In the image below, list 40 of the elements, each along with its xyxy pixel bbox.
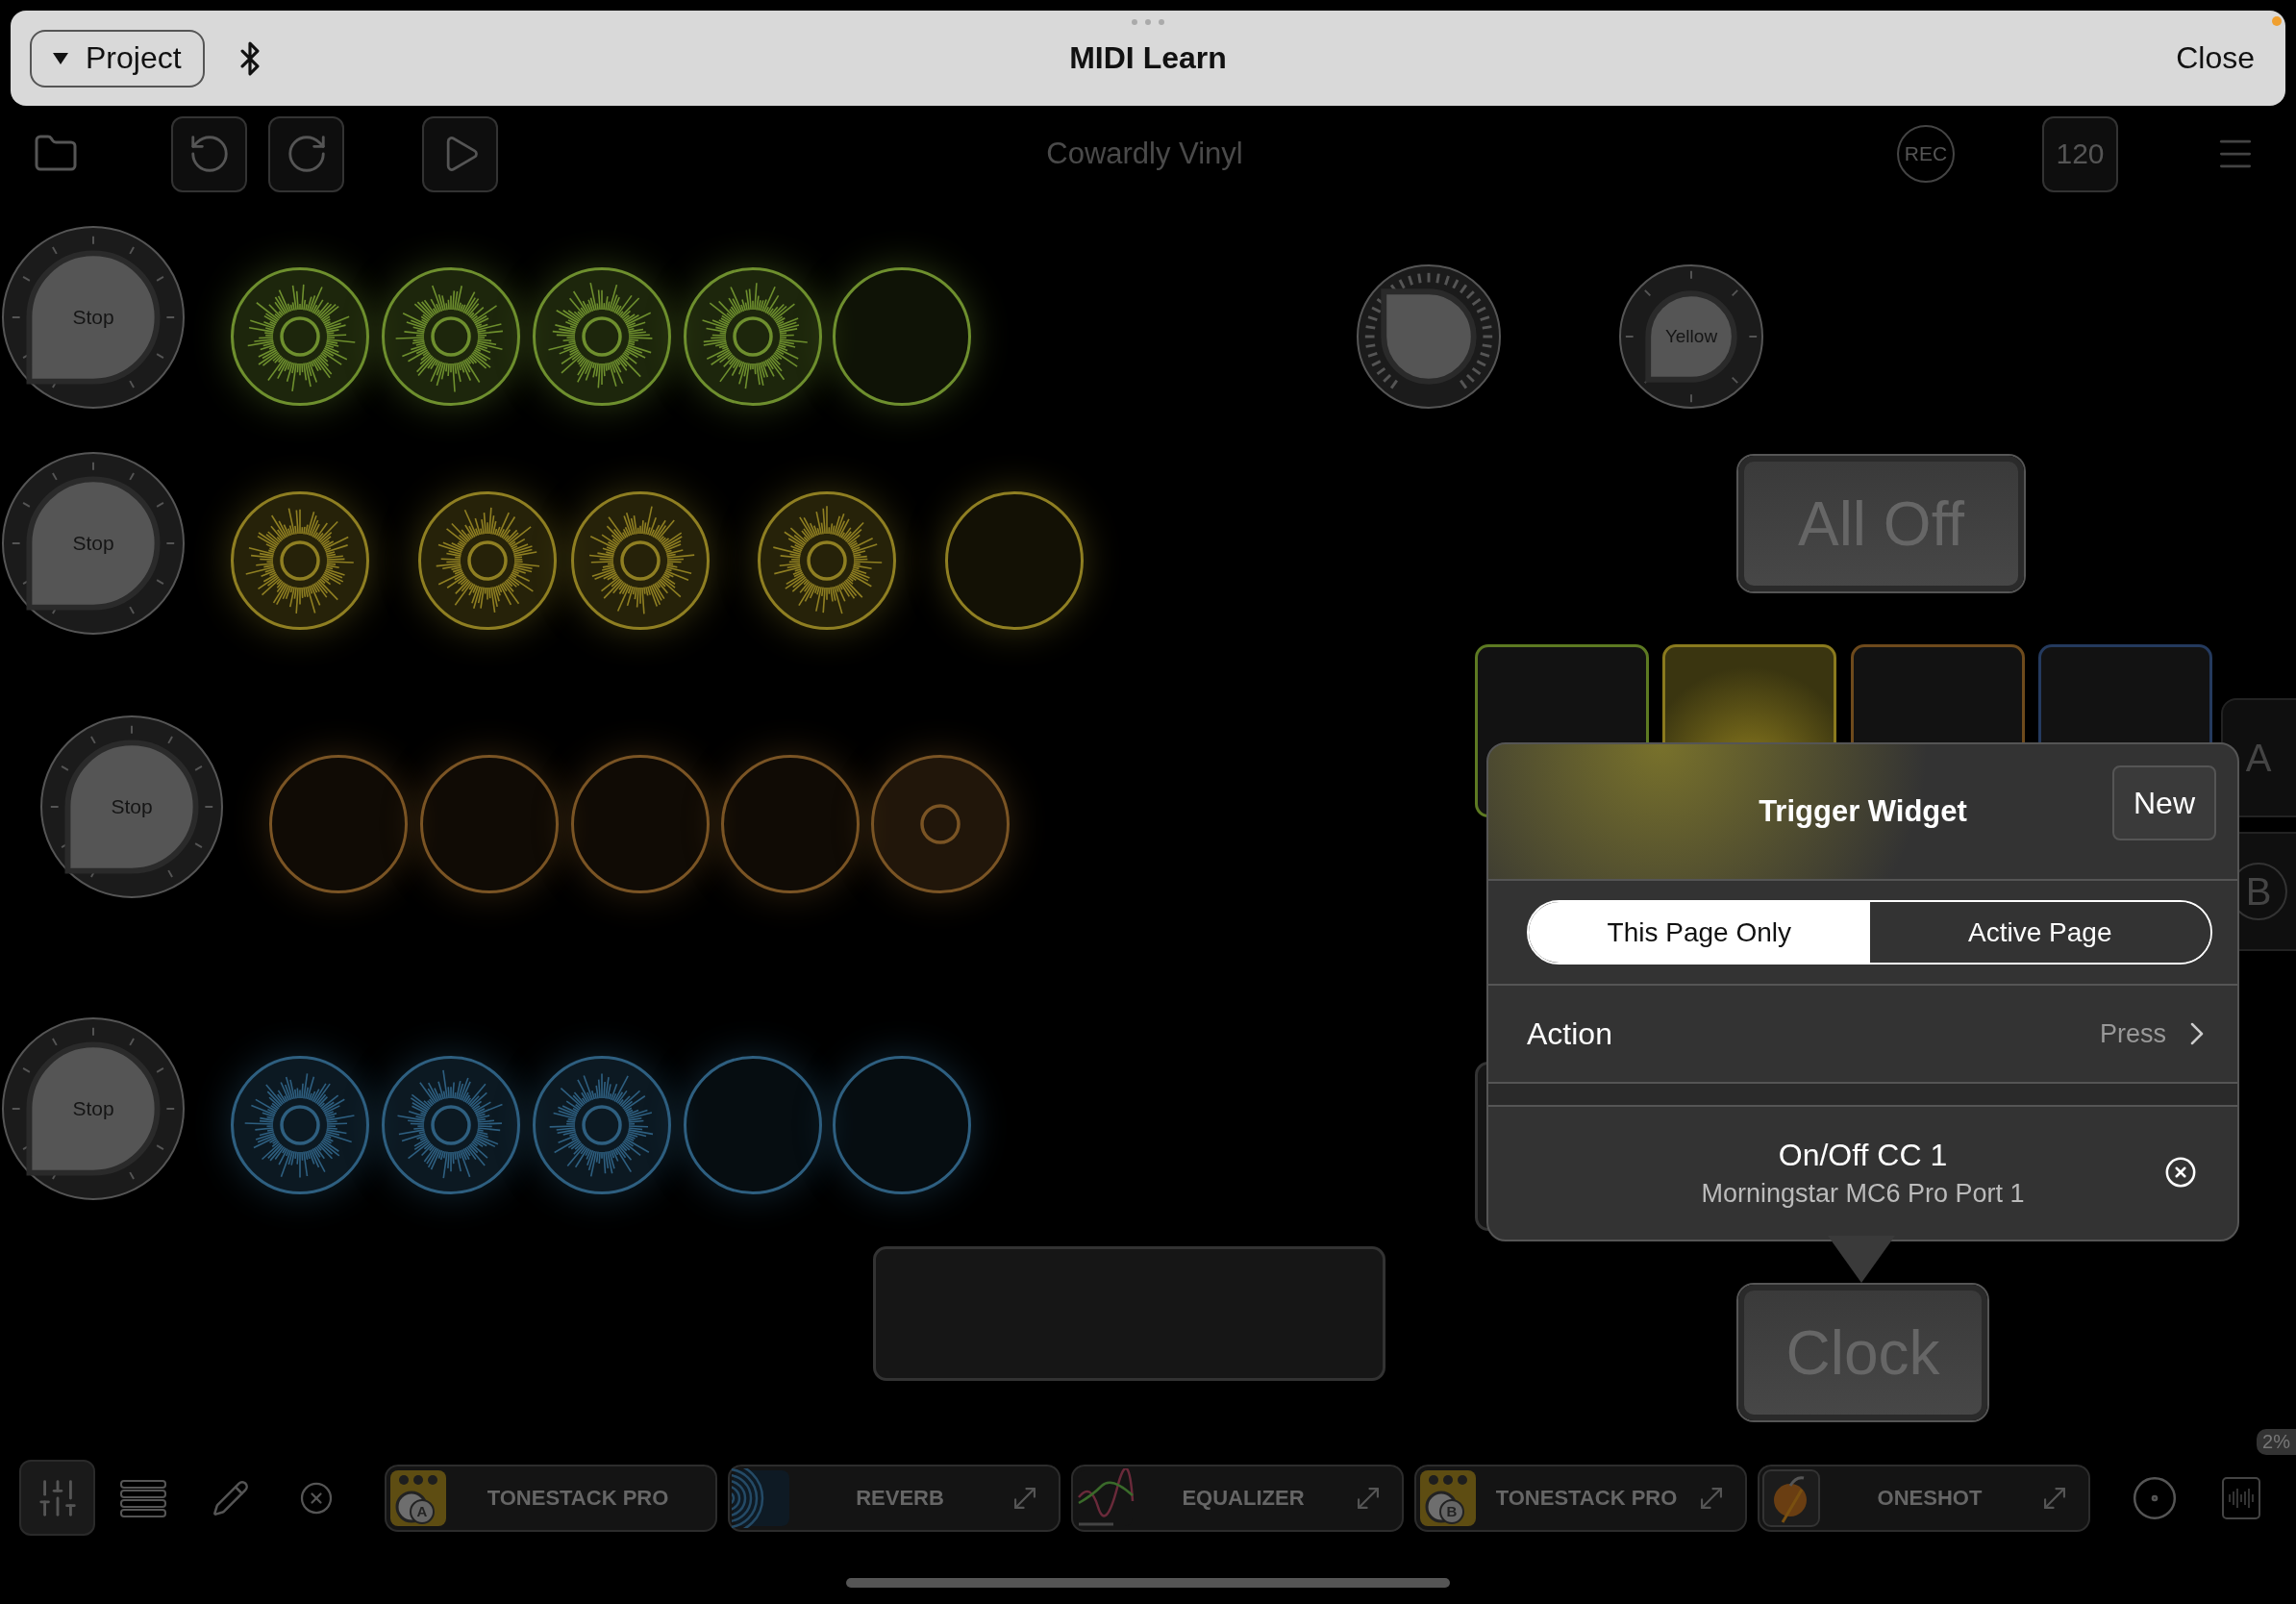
waveform-icon[interactable] [2222, 1476, 2260, 1519]
undo-button[interactable] [171, 115, 247, 192]
play-button[interactable] [422, 115, 498, 192]
close-button[interactable]: Close [2164, 40, 2266, 76]
plugin-tab[interactable]: REVERB [728, 1464, 1061, 1532]
knob[interactable]: Yellow [1619, 264, 1763, 409]
status-dot [2272, 16, 2282, 26]
action-label: Action [1527, 1015, 1612, 1052]
close-icon[interactable] [299, 1480, 334, 1516]
new-button[interactable]: New [2112, 765, 2216, 840]
amp-icon [1418, 1467, 1478, 1528]
plugin-tab[interactable]: B TONESTACK PRO [1414, 1464, 1747, 1532]
plugin-tab[interactable]: ONESHOT [1758, 1464, 2090, 1532]
tempo-button[interactable]: 120 [2042, 115, 2118, 192]
stop-knob[interactable]: Stop [2, 1017, 185, 1200]
segment-tab[interactable]: This Page Only [1529, 902, 1870, 963]
stop-knob[interactable]: Stop [2, 226, 185, 409]
cpu-badge: 2% [2257, 1429, 2296, 1455]
redo-button[interactable] [268, 115, 344, 192]
stop-knob[interactable]: Stop [40, 715, 223, 898]
action-value[interactable]: Press [2099, 1018, 2166, 1049]
project-button[interactable]: Project [30, 29, 205, 88]
mapping-subtitle: Morningstar MC6 Pro Port 1 [1701, 1179, 2025, 1209]
ring-icon [919, 803, 961, 845]
list-icon[interactable] [119, 1478, 167, 1517]
grabber-icon[interactable] [1131, 18, 1165, 26]
mapping-title: On/Off CC 1 [1778, 1138, 1948, 1173]
record-button[interactable]: REC [1897, 125, 1955, 183]
window-title: MIDI Learn [1069, 40, 1227, 76]
popover-title: Trigger Widget [1759, 794, 1967, 829]
fruit-icon [1761, 1467, 1821, 1528]
reverb-icon [732, 1467, 791, 1528]
plugin-tab[interactable]: A TONESTACK PRO [385, 1464, 717, 1532]
plugin-tab[interactable]: EQUALIZER [1071, 1464, 1404, 1532]
song-title: Cowardly Vinyl [1046, 137, 1243, 171]
stop-knob[interactable]: Stop [2, 452, 185, 635]
pencil-icon[interactable] [212, 1478, 250, 1517]
caret-icon [53, 52, 68, 64]
equalizer-icon [1075, 1467, 1135, 1528]
mixer-button[interactable] [19, 1460, 95, 1536]
